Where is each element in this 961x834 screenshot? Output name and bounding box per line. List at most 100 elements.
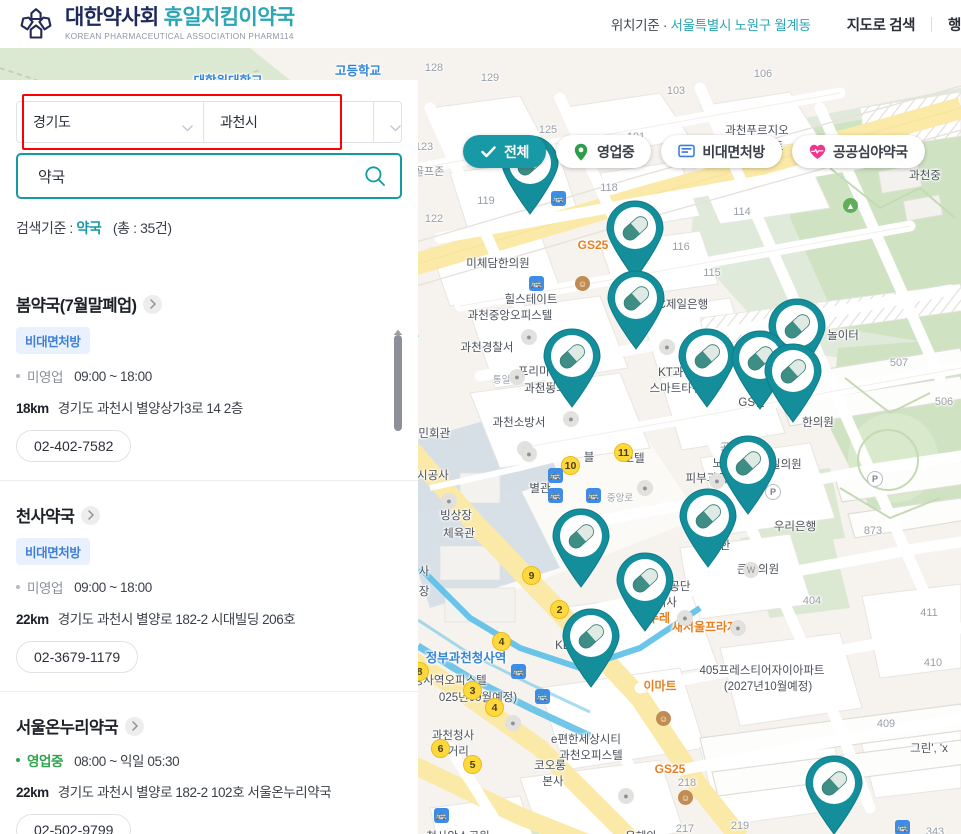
results-scrollbar[interactable] bbox=[392, 323, 404, 433]
address-row: 22km 경기도 과천시 별양로 182-2 102호 서울온누리약국 bbox=[16, 781, 402, 801]
site-logo[interactable]: 대한약사회 휴일지킴이약국 KOREAN PHARMACEUTICAL ASSOC… bbox=[0, 6, 295, 42]
admin-link[interactable]: 행 bbox=[948, 14, 961, 35]
bus-stop-icon[interactable]: 🚌 bbox=[434, 808, 449, 823]
keyword-search-bar[interactable] bbox=[16, 153, 402, 199]
distance-text: 22km bbox=[16, 612, 49, 627]
subway-exit-marker[interactable]: 9 bbox=[522, 566, 541, 585]
bus-stop-icon[interactable]: 🚌 bbox=[548, 488, 563, 503]
pharmacy-map-marker[interactable] bbox=[604, 200, 666, 280]
subway-exit-marker[interactable]: 10 bbox=[561, 456, 580, 475]
map-label: 410 bbox=[923, 657, 943, 669]
bus-stop-icon[interactable]: 🚌 bbox=[895, 820, 910, 834]
map-label: 이마트 bbox=[643, 679, 677, 693]
map-search-link[interactable]: 지도로 검색 bbox=[847, 14, 916, 35]
pharmacy-result-item[interactable]: 천사약국 비대면처방 미영업 09:00 ~ 18:00 22km 경기도 과천시… bbox=[0, 480, 418, 691]
pharmacy-result-item[interactable]: 서울온누리약국 영업중 08:00 ~ 익일 05:30 22km 경기도 과천시… bbox=[0, 691, 418, 834]
criteria-label: 검색기준 : bbox=[16, 220, 73, 236]
pharmacy-map-marker[interactable] bbox=[803, 755, 865, 834]
map-label: 사 bbox=[418, 566, 430, 578]
map-label: 404 bbox=[802, 595, 822, 607]
pharmacy-result-list[interactable]: 봄약국(7월말폐업) 비대면처방 미영업 09:00 ~ 18:00 18km 경… bbox=[0, 276, 418, 834]
map-label: 블 bbox=[583, 452, 595, 464]
map-filter-chips: 전체 영업중 비대면처방 공공심야약국 bbox=[463, 135, 925, 168]
map-label: 129 bbox=[480, 72, 500, 84]
status-text: 미영업 bbox=[27, 581, 64, 596]
result-title-row: 서울온누리약국 bbox=[16, 714, 402, 738]
map-label: 873 bbox=[863, 525, 883, 537]
search-icon[interactable] bbox=[364, 165, 386, 187]
subway-exit-marker[interactable]: 5 bbox=[463, 755, 482, 774]
map-label: 405프레스티어자이아파트 bbox=[699, 665, 825, 677]
subway-exit-marker[interactable]: 4 bbox=[485, 698, 504, 717]
address-text: 경기도 과천시 별양상가3로 14 2층 bbox=[57, 401, 244, 416]
bus-stop-icon[interactable]: 🚌 bbox=[511, 664, 526, 679]
pharmacy-map-marker[interactable] bbox=[614, 552, 676, 632]
filter-chip-all[interactable]: 전체 bbox=[463, 135, 546, 168]
logo-text: 대한약사회 휴일지킴이약국 KOREAN PHARMACEUTICAL ASSOC… bbox=[65, 7, 295, 41]
poi-icon: ● bbox=[730, 620, 746, 636]
map-label: 청사앞소공원 bbox=[426, 828, 489, 834]
site-header: 대한약사회 휴일지킴이약국 KOREAN PHARMACEUTICAL ASSOC… bbox=[0, 0, 961, 48]
chevron-right-icon[interactable] bbox=[81, 505, 101, 525]
filter-chip-all-label: 전체 bbox=[504, 143, 529, 160]
poi-icon: ● bbox=[509, 369, 525, 385]
phone-button[interactable]: 02-402-7582 bbox=[16, 430, 132, 462]
parking-icon: P bbox=[867, 471, 883, 487]
subway-exit-marker[interactable]: 11 bbox=[614, 443, 633, 462]
subway-exit-marker[interactable]: 4 bbox=[492, 632, 511, 651]
map-label: 우리은행 bbox=[773, 521, 817, 533]
filter-chip-night-pharmacy[interactable]: 공공심야약국 bbox=[791, 135, 925, 168]
operating-hours-row: 미영업 09:00 ~ 18:00 bbox=[16, 577, 402, 597]
phone-button[interactable]: 02-3679-1179 bbox=[16, 641, 139, 673]
map-label: 코오롱 bbox=[534, 760, 566, 772]
phone-button[interactable]: 02-502-9799 bbox=[16, 814, 132, 834]
chevron-right-icon[interactable] bbox=[125, 716, 145, 736]
map-label: 114 bbox=[733, 206, 751, 218]
pharmacy-map-marker[interactable] bbox=[605, 270, 667, 350]
bus-stop-icon[interactable]: 🚌 bbox=[548, 468, 563, 483]
map-label: 103 bbox=[666, 85, 686, 97]
bus-stop-icon[interactable]: 🚌 bbox=[586, 488, 601, 503]
province-select[interactable]: 경기도 bbox=[16, 101, 204, 143]
pharmacy-map-marker[interactable] bbox=[541, 328, 603, 408]
pharmacy-map-marker[interactable] bbox=[677, 488, 739, 568]
map-label: 고등학교 bbox=[334, 64, 382, 78]
park-icon: ▲ bbox=[843, 198, 858, 213]
hours-text: 08:00 ~ 익일 05:30 bbox=[74, 754, 180, 769]
operating-hours-row: 미영업 09:00 ~ 18:00 bbox=[16, 366, 402, 386]
pharmacy-name: 서울온누리약국 bbox=[16, 719, 119, 737]
filter-chip-telemedicine[interactable]: 비대면처방 bbox=[661, 135, 782, 168]
scroll-up-arrow-icon[interactable] bbox=[393, 323, 403, 335]
pharmacy-result-item[interactable]: 봄약국(7월말폐업) 비대면처방 미영업 09:00 ~ 18:00 18km 경… bbox=[0, 276, 418, 480]
distance-text: 22km bbox=[16, 785, 49, 800]
map-label: 체육관 bbox=[443, 528, 475, 540]
map-label: 116 bbox=[672, 241, 690, 253]
city-select-caret[interactable] bbox=[374, 101, 402, 143]
search-input[interactable] bbox=[38, 167, 364, 185]
bus-stop-icon[interactable]: 🚌 bbox=[529, 276, 544, 291]
province-select-value: 경기도 bbox=[33, 114, 71, 130]
telemedicine-badge: 비대면처방 bbox=[16, 538, 90, 565]
pharmacy-map-marker[interactable] bbox=[560, 608, 622, 688]
map-label: 115 bbox=[703, 267, 721, 279]
search-criteria: 검색기준 : 약국 (총 : 35건) bbox=[16, 218, 402, 238]
filter-chip-telemedicine-label: 비대면처방 bbox=[702, 143, 765, 160]
poi-icon: ● bbox=[637, 480, 653, 496]
scrollbar-thumb[interactable] bbox=[394, 335, 402, 431]
status-dot-icon bbox=[16, 585, 20, 589]
city-select[interactable]: 과천시 bbox=[204, 101, 374, 143]
map-label: e편한세상시티 bbox=[551, 734, 621, 746]
filter-chip-open[interactable]: 영업중 bbox=[555, 135, 652, 168]
convenience-store-icon: ☺ bbox=[575, 276, 590, 291]
map-label: 과천중앙오피스텔 bbox=[467, 310, 553, 322]
map-label: 506 bbox=[934, 396, 954, 408]
pharmacy-map-marker[interactable] bbox=[762, 343, 824, 423]
subway-exit-marker[interactable]: 3 bbox=[463, 681, 482, 700]
subway-exit-marker[interactable]: 6 bbox=[431, 739, 450, 758]
bus-stop-icon[interactable]: 🚌 bbox=[535, 689, 550, 704]
pharmacy-map-marker[interactable] bbox=[550, 508, 612, 588]
chevron-right-icon[interactable] bbox=[143, 294, 163, 314]
poi-icon: ● bbox=[521, 446, 537, 462]
chevron-down-icon bbox=[182, 119, 193, 132]
map-label: 과천경찰서 bbox=[460, 342, 514, 354]
